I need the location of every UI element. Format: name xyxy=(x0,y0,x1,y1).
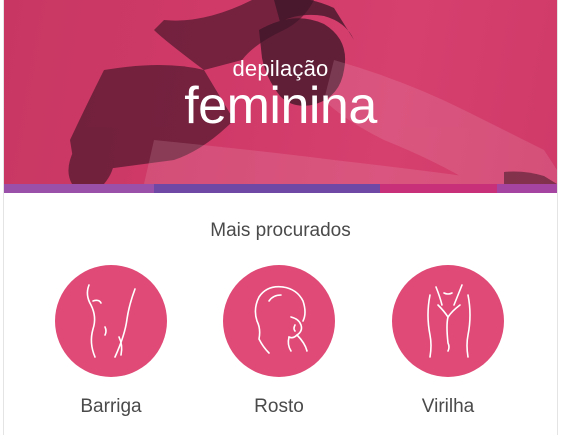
color-stripe-2 xyxy=(154,184,380,193)
color-stripe-1 xyxy=(4,184,154,193)
card-circle[interactable] xyxy=(392,265,504,377)
hero-banner[interactable]: depilação feminina xyxy=(4,0,557,184)
card-circle[interactable] xyxy=(55,265,167,377)
card-circle[interactable] xyxy=(223,265,335,377)
card-rosto[interactable]: Rosto xyxy=(223,265,335,418)
page-frame: depilação feminina Mais procurados Barri… xyxy=(3,0,558,435)
card-virilha[interactable]: Virilha xyxy=(392,265,504,418)
card-barriga[interactable]: Barriga xyxy=(55,265,167,418)
color-stripe-4 xyxy=(497,184,557,193)
face-icon xyxy=(254,285,308,354)
card-label-virilha: Virilha xyxy=(421,396,475,417)
hero-title: feminina xyxy=(184,77,377,135)
groin-icon xyxy=(427,284,471,358)
section-title: Mais procurados xyxy=(210,220,351,241)
color-stripe-3 xyxy=(380,184,497,193)
card-label-rosto: Rosto xyxy=(254,396,304,417)
belly-icon xyxy=(86,284,136,358)
card-label-barriga: Barriga xyxy=(80,396,142,417)
